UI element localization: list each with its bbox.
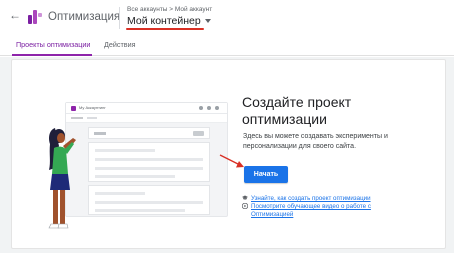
help-link-video[interactable]: Посмотрите обучающее видео о работе с Оп… (242, 203, 411, 219)
illustration-button (193, 131, 204, 136)
illustration-line (95, 175, 175, 178)
woman-illustration-icon (48, 128, 76, 229)
breadcrumb[interactable]: Все аккаунты > Мой аккаунт (127, 6, 212, 14)
illustration-line (95, 209, 185, 212)
illustration-title: My Аккаунтинг (79, 105, 106, 110)
help-link-video-label[interactable]: Посмотрите обучающее видео о работе с Оп… (251, 203, 411, 219)
page-title: Создайте проект оптимизации (242, 94, 352, 127)
illustration-line (95, 192, 145, 195)
chevron-down-icon[interactable] (205, 19, 211, 23)
illustration-topbar: My Аккаунтинг (66, 103, 227, 114)
illustration-list (88, 185, 210, 215)
school-icon (242, 195, 248, 200)
illustration-line (95, 158, 203, 161)
illustration-tabbar (66, 114, 227, 123)
illustration-tab (87, 117, 97, 119)
app-bar: ← Оптимизация Все аккаунты > Мой аккаунт… (0, 0, 454, 34)
illustration-line (95, 201, 203, 204)
annotation-underline (126, 28, 204, 30)
tab-bar: Проекты оптимизации Действия (0, 36, 454, 56)
empty-state-card: My Аккаунтинг Создайте проект оптимизаци… (11, 59, 446, 249)
illustration-toolbar (88, 127, 210, 139)
description: Здесь вы можете создавать эксперименты и… (243, 133, 388, 150)
header-divider (119, 7, 120, 29)
illustration-tab (71, 117, 83, 119)
content-area: My Аккаунтинг Создайте проект оптимизаци… (0, 57, 454, 253)
illustration-add-icon (94, 132, 106, 135)
illustration-logo-icon (71, 106, 76, 111)
illustration-help-icon (199, 106, 203, 110)
help-link-learn[interactable]: Узнайте, как создать проект оптимизации (242, 195, 371, 203)
illustration-avatar-icon (215, 106, 219, 110)
illustration-line (95, 167, 203, 170)
illustration-line (95, 149, 155, 152)
app-title: Оптимизация (48, 11, 121, 23)
active-tab-indicator (12, 54, 92, 56)
start-button[interactable]: Начать (244, 166, 288, 183)
illustration-window: My Аккаунтинг (65, 102, 228, 217)
illustration-list (88, 142, 210, 182)
help-link-learn-label[interactable]: Узнайте, как создать проект оптимизации (251, 195, 371, 202)
video-icon (242, 203, 248, 209)
illustration-settings-icon (207, 106, 211, 110)
tab-optimization-projects[interactable]: Проекты оптимизации (16, 40, 90, 49)
tab-activity[interactable]: Действия (104, 40, 136, 49)
back-arrow-icon[interactable]: ← (9, 9, 21, 21)
container-selector[interactable]: Мой контейнер (127, 15, 201, 28)
optimize-logo-icon (28, 10, 42, 24)
